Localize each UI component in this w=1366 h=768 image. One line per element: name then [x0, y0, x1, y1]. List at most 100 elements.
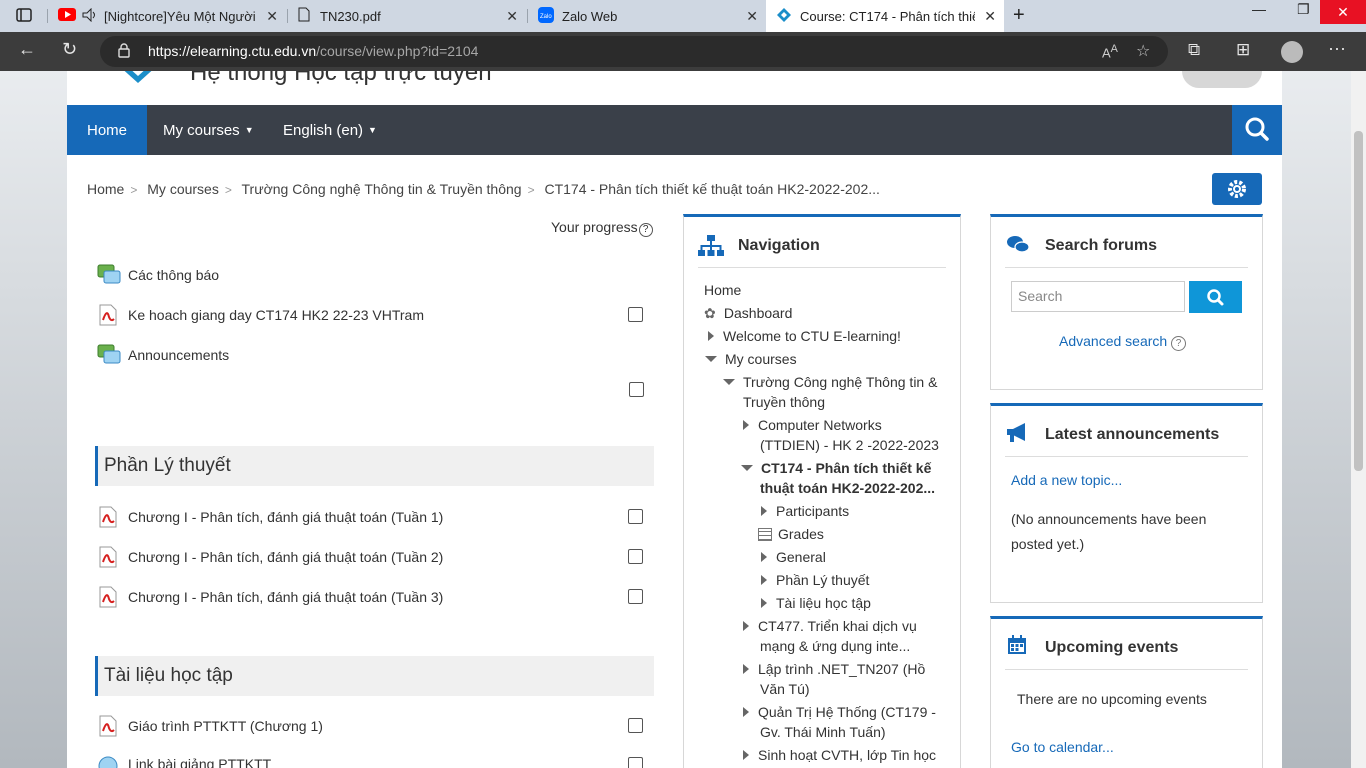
add-topic-link[interactable]: Add a new topic...: [1011, 472, 1122, 488]
new-tab-icon[interactable]: +: [1013, 4, 1025, 27]
close-tab-icon[interactable]: ✕: [984, 8, 996, 25]
chevron-down-icon[interactable]: [741, 465, 753, 471]
lock-icon[interactable]: [118, 43, 130, 61]
activity-url[interactable]: Link bài giảng PTTKTT: [97, 751, 271, 768]
nav-tree-welcome[interactable]: Welcome to CTU E-learning!: [704, 326, 954, 349]
close-tab-icon[interactable]: ✕: [266, 8, 278, 25]
nav-tree-general[interactable]: General: [704, 547, 954, 570]
nav-tree-ct477[interactable]: CT477. Triển khai dịch vụ mạng & ứng dụng…: [704, 616, 954, 659]
speaker-icon[interactable]: [82, 7, 98, 25]
completion-checkbox[interactable]: [629, 382, 644, 397]
chevron-right-icon[interactable]: [743, 664, 749, 674]
completion-checkbox[interactable]: [628, 307, 643, 322]
search-forums-block: Search forums Search Advanced search ?: [990, 214, 1263, 390]
course-settings-button[interactable]: [1212, 173, 1262, 205]
chevron-right-icon[interactable]: [708, 331, 714, 341]
svg-text:Zalo: Zalo: [540, 14, 552, 20]
chevron-right-icon[interactable]: [743, 750, 749, 760]
activity-title[interactable]: Chương I - Phân tích, đánh giá thuật toá…: [128, 549, 443, 565]
help-icon[interactable]: ?: [1171, 336, 1187, 351]
breadcrumb-home[interactable]: Home: [87, 181, 124, 197]
chevron-down-icon[interactable]: [723, 379, 735, 385]
activity-resource[interactable]: Chương I - Phân tích, đánh giá thuật toá…: [97, 584, 443, 610]
chevron-down-icon[interactable]: [705, 356, 717, 362]
chevron-right-icon[interactable]: [743, 707, 749, 717]
collections-icon[interactable]: ⊞: [1236, 40, 1250, 60]
activity-resource[interactable]: Chương I - Phân tích, đánh giá thuật toá…: [97, 504, 443, 530]
breadcrumb-course[interactable]: CT174 - Phân tích thiết kế thuật toán HK…: [544, 181, 879, 197]
nav-my-courses[interactable]: My courses ▼: [163, 105, 254, 155]
refresh-icon[interactable]: ↻: [62, 39, 77, 60]
go-to-calendar-link[interactable]: Go to calendar...: [1011, 739, 1114, 755]
chevron-right-icon[interactable]: [761, 506, 767, 516]
navbar-search-button[interactable]: [1232, 105, 1282, 155]
more-menu-icon[interactable]: ···: [1328, 38, 1346, 59]
profile-avatar[interactable]: [1281, 41, 1303, 63]
activity-title[interactable]: Giáo trình PTTKTT (Chương 1): [128, 718, 323, 734]
nav-tree-ly-thuyet[interactable]: Phần Lý thuyết: [704, 570, 954, 593]
nav-tree-my-courses[interactable]: My courses: [704, 349, 954, 372]
user-avatar[interactable]: [1182, 71, 1262, 88]
nav-tree-sinh-hoat[interactable]: Sinh hoạt CVTH, lớp Tin học: [704, 745, 954, 768]
breadcrumb-my-courses[interactable]: My courses: [147, 181, 219, 197]
help-icon[interactable]: ?: [638, 223, 653, 237]
completion-checkbox[interactable]: [628, 549, 643, 564]
search-forums-title: Search forums: [1045, 237, 1158, 254]
nav-tree-ct174[interactable]: CT174 - Phân tích thiết kế thuật toán HK2…: [704, 458, 954, 501]
nav-tree-participants[interactable]: Participants: [704, 501, 954, 524]
back-arrow-icon[interactable]: ←: [18, 39, 36, 60]
upcoming-events-title: Upcoming events: [1045, 639, 1179, 656]
minimize-icon[interactable]: —: [1252, 1, 1266, 17]
completion-checkbox[interactable]: [628, 718, 643, 733]
activity-resource[interactable]: Ke hoach giang day CT174 HK2 22-23 VHTra…: [97, 302, 424, 328]
browser-tab-zalo[interactable]: Zalo Zalo Web ✕: [528, 0, 766, 32]
restore-icon[interactable]: ❐: [1297, 1, 1310, 18]
browser-tab-pdf[interactable]: TN230.pdf ✕: [288, 0, 526, 32]
extensions-icon[interactable]: ⧉: [1188, 40, 1200, 60]
nav-tree-computer-networks[interactable]: Computer Networks (TTDIEN) - HK 2 -2022-2…: [704, 415, 954, 458]
activity-title[interactable]: Các thông báo: [128, 267, 219, 283]
nav-tree-school[interactable]: Trường Công nghệ Thông tin & Truyền thông: [704, 372, 954, 415]
forum-search-button[interactable]: [1189, 281, 1242, 313]
nav-tree-home[interactable]: Home: [704, 280, 954, 303]
activity-title[interactable]: Chương I - Phân tích, đánh giá thuật toá…: [128, 589, 443, 605]
completion-checkbox[interactable]: [628, 757, 643, 768]
activity-resource[interactable]: Giáo trình PTTKTT (Chương 1): [97, 713, 323, 739]
nav-home[interactable]: Home: [67, 105, 148, 155]
forum-search-input[interactable]: Search: [1011, 281, 1185, 312]
browser-tab-youtube[interactable]: [Nightcore]Yêu Một Người ✕: [48, 0, 286, 32]
url-field[interactable]: https://elearning.ctu.edu.vn/course/view…: [100, 36, 1168, 67]
activity-title[interactable]: Announcements: [128, 347, 229, 363]
close-window-icon[interactable]: ✕: [1320, 0, 1366, 24]
activity-title[interactable]: Chương I - Phân tích, đánh giá thuật toá…: [128, 509, 443, 525]
chevron-right-icon[interactable]: [761, 552, 767, 562]
page-scrollbar[interactable]: [1351, 71, 1366, 768]
nav-language[interactable]: English (en) ▼: [283, 105, 377, 155]
breadcrumb-school[interactable]: Trường Công nghệ Thông tin & Truyền thôn…: [242, 181, 522, 197]
nav-tree-tai-lieu[interactable]: Tài liệu học tập: [704, 593, 954, 616]
activity-title[interactable]: Ke hoach giang day CT174 HK2 22-23 VHTra…: [128, 307, 424, 323]
nav-tree-dashboard[interactable]: ✿ Dashboard: [704, 303, 954, 326]
close-tab-icon[interactable]: ✕: [506, 8, 518, 25]
read-aloud-icon[interactable]: AA: [1102, 43, 1118, 60]
chevron-right-icon[interactable]: [761, 575, 767, 585]
advanced-search-link[interactable]: Advanced search ?: [1059, 333, 1187, 351]
completion-checkbox[interactable]: [628, 589, 643, 604]
zalo-icon: Zalo: [538, 6, 554, 26]
tab-actions-icon[interactable]: [16, 7, 32, 26]
nav-tree-quan-tri[interactable]: Quản Trị Hệ Thống (CT179 - Gv. Thái Minh …: [704, 702, 954, 745]
nav-tree-grades[interactable]: Grades: [704, 524, 954, 547]
activity-resource[interactable]: Chương I - Phân tích, đánh giá thuật toá…: [97, 544, 443, 570]
activity-forum[interactable]: Các thông báo: [97, 262, 219, 288]
nav-tree-dotnet[interactable]: Lập trình .NET_TN207 (Hồ Văn Tú): [704, 659, 954, 702]
scrollbar-thumb[interactable]: [1354, 131, 1363, 471]
activity-forum[interactable]: Announcements: [97, 342, 229, 368]
chevron-right-icon[interactable]: [761, 598, 767, 608]
completion-checkbox[interactable]: [628, 509, 643, 524]
browser-tab-course[interactable]: Course: CT174 - Phân tích thiết k ✕: [766, 0, 1004, 32]
activity-title[interactable]: Link bài giảng PTTKTT: [128, 756, 271, 768]
favorite-star-icon[interactable]: ☆: [1136, 41, 1150, 61]
close-tab-icon[interactable]: ✕: [746, 8, 758, 25]
chevron-right-icon[interactable]: [743, 420, 749, 430]
chevron-right-icon[interactable]: [743, 621, 749, 631]
